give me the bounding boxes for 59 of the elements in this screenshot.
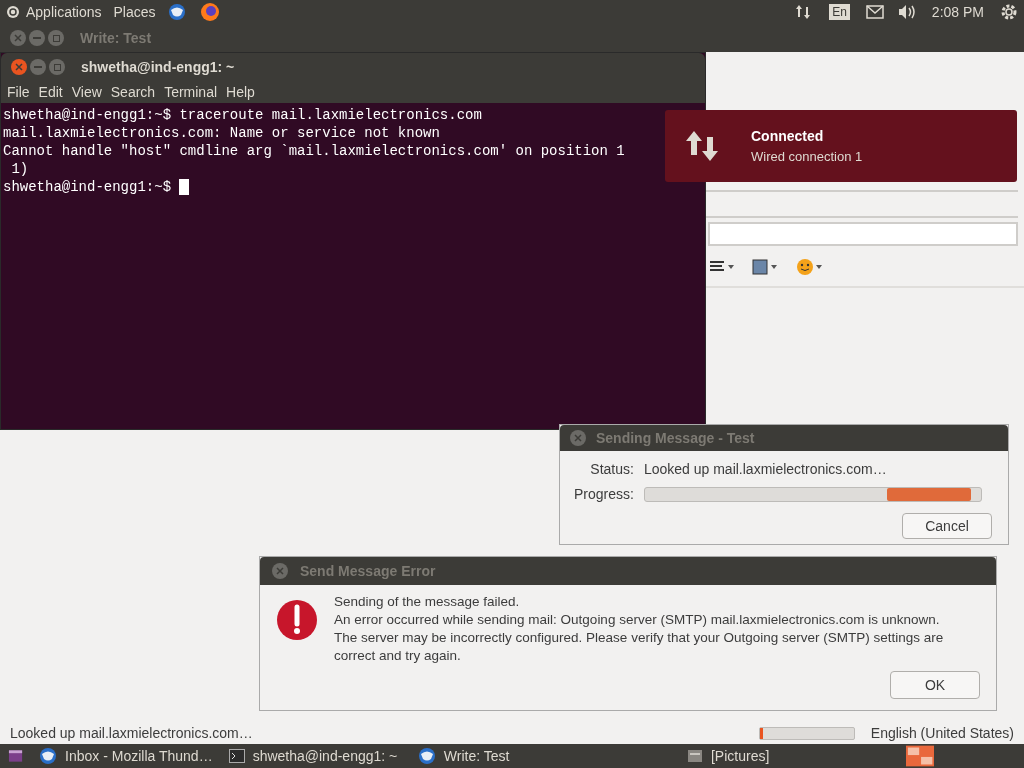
- smiley-icon[interactable]: [796, 258, 824, 276]
- terminal-line: mail.laxmielectronics.com: Name or service not known: [3, 124, 440, 142]
- close-icon: [276, 567, 284, 575]
- folder-icon: [686, 749, 703, 763]
- menu-item[interactable]: Search: [110, 81, 156, 103]
- cancel-button[interactable]: Cancel: [902, 513, 992, 539]
- error-heading: Sending of the message failed.: [334, 593, 521, 611]
- error-message: An error occurred while sending mail: Outgoing server (SMTP) mail.laxmielectronics.com is unknown. The server may be incorrectly configured. Please verify that your Outgoing server (SMTP) settings are correct and try again.: [334, 611, 945, 665]
- settings-icon[interactable]: [1000, 3, 1018, 21]
- menu-item[interactable]: File: [7, 81, 30, 103]
- taskbar-button[interactable]: [Pictures]: [678, 744, 906, 768]
- ubuntu-logo-icon[interactable]: [6, 5, 20, 19]
- window-title: Sending Message - Test: [596, 428, 755, 448]
- panel-menu[interactable]: Places: [113, 1, 156, 23]
- language-indicator[interactable]: English (United States): [870, 722, 1014, 744]
- subject-field[interactable]: [708, 222, 1018, 246]
- notification-body: Wired connection 1: [751, 147, 863, 166]
- close-icon: [15, 63, 23, 71]
- keyboard-layout-indicator[interactable]: En: [829, 4, 850, 20]
- browser-icon[interactable]: [199, 2, 220, 22]
- notification-title: Connected: [751, 126, 825, 146]
- volume-icon[interactable]: [897, 4, 918, 20]
- terminal-close-button[interactable]: [11, 59, 27, 75]
- envelope-icon[interactable]: [865, 5, 884, 19]
- close-icon: [574, 434, 582, 442]
- text-cursor: [179, 179, 190, 195]
- window-title: Write: Test: [80, 28, 152, 48]
- panel-menu[interactable]: Applications: [26, 1, 102, 23]
- error-icon: [276, 599, 318, 641]
- status-text: Looked up mail.laxmielectronics.com…: [10, 723, 253, 743]
- terminal-prompt: shwetha@ind-engg1:~$: [3, 178, 173, 196]
- network-arrows-icon: [685, 129, 719, 163]
- menu-item[interactable]: Help: [226, 81, 255, 103]
- image-icon[interactable]: [752, 259, 778, 275]
- terminal-line: Cannot handle "host" cmdline arg `mail.laxmielectronics.com' on position 1: [3, 142, 625, 160]
- terminal-line: 1): [10, 160, 29, 178]
- show-desktop-icon[interactable]: [8, 749, 24, 763]
- mail-app-icon[interactable]: [417, 747, 436, 765]
- align-icon[interactable]: [710, 260, 734, 274]
- progress-label: Progress:: [574, 485, 634, 504]
- taskbar-button[interactable]: shwetha@ind-engg1: ~: [220, 744, 410, 768]
- taskbar-button[interactable]: Write: Test: [409, 744, 599, 768]
- ok-button[interactable]: OK: [890, 671, 980, 699]
- menu-item[interactable]: Terminal: [164, 81, 218, 103]
- mail-app-icon[interactable]: [39, 747, 58, 765]
- status-label: Status:: [589, 460, 634, 479]
- window-title: Send Message Error: [300, 561, 436, 581]
- menu-item[interactable]: View: [71, 81, 102, 103]
- mail-app-icon[interactable]: [167, 3, 186, 21]
- terminal-line: shwetha@ind-engg1:~$ traceroute mail.laxmielectronics.com: [3, 106, 482, 124]
- taskbar-button[interactable]: Inbox - Mozilla Thund…: [31, 744, 221, 768]
- window-title: shwetha@ind-engg1: ~: [81, 57, 235, 77]
- status-text: Looked up mail.laxmielectronics.com…: [643, 460, 888, 479]
- network-arrows-icon[interactable]: [795, 4, 812, 20]
- terminal-icon: [228, 749, 245, 763]
- clock[interactable]: 2:08 PM: [931, 1, 984, 23]
- menu-item[interactable]: Edit: [38, 81, 63, 103]
- workspace-switcher-icon[interactable]: [905, 745, 934, 767]
- close-icon: [14, 34, 22, 42]
